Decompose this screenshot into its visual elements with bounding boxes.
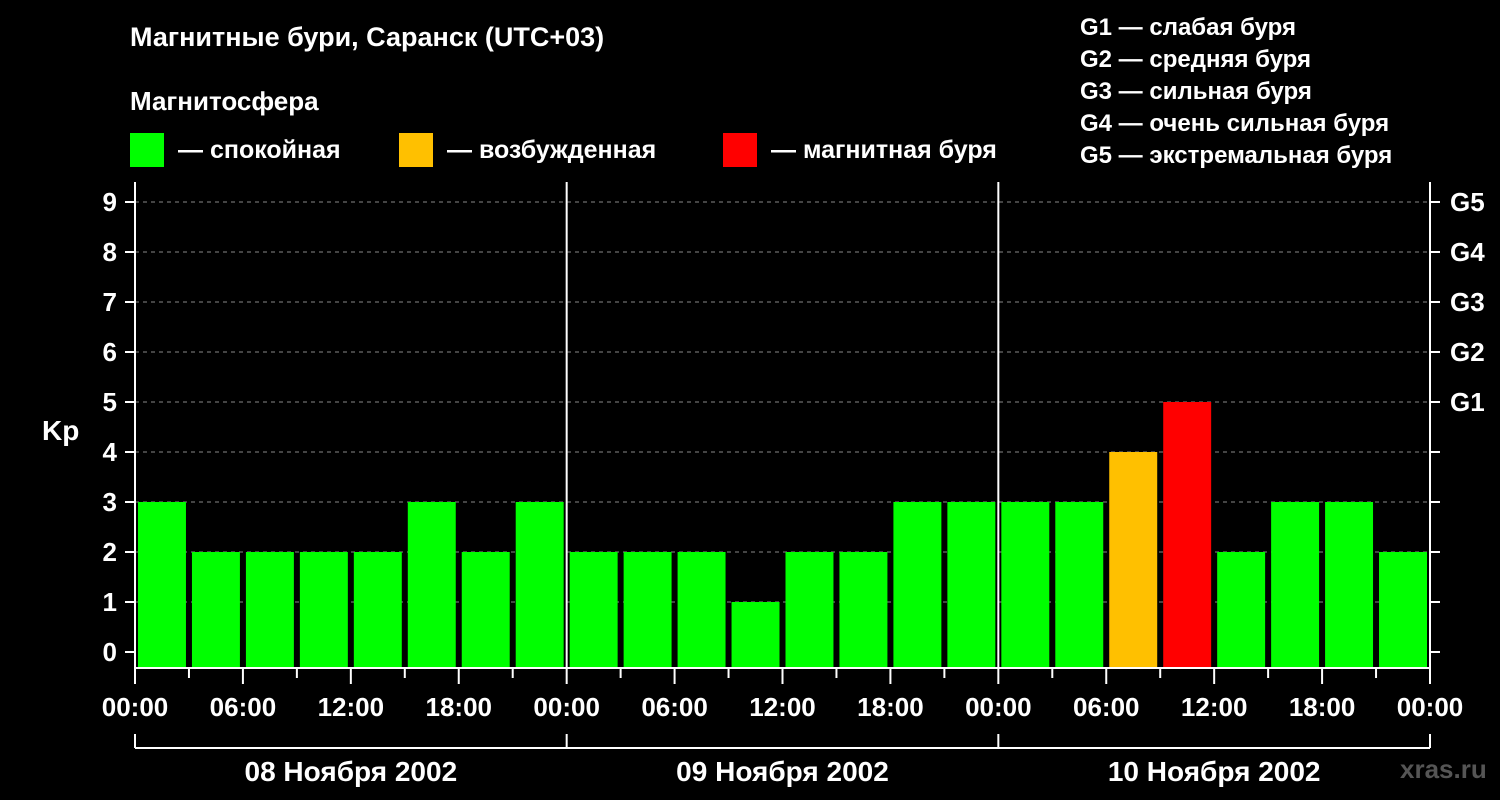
x-tick-label: 06:00 <box>641 692 708 722</box>
g-scale-label: G3 <box>1450 287 1485 317</box>
bar <box>1217 552 1266 668</box>
x-tick-label: 00:00 <box>965 692 1032 722</box>
bar <box>299 552 348 668</box>
kp-bar-chart: 0 1 2 3 4 5 6 7 8 9 G1 G2 G3 G4 G5 Kp 00:00 06:00 12:00 18:… <box>42 182 1485 787</box>
bar <box>1109 452 1158 668</box>
bar <box>1379 552 1427 668</box>
bar <box>785 552 834 668</box>
bar <box>947 502 996 668</box>
bar <box>353 552 402 668</box>
y-tick-label: 9 <box>103 187 117 217</box>
bar <box>677 552 726 668</box>
bar <box>461 552 510 668</box>
bar <box>839 552 888 668</box>
y-tick-label: 5 <box>103 387 117 417</box>
bar <box>138 502 186 668</box>
x-tick-label: 18:00 <box>1289 692 1356 722</box>
day-label: 08 Ноября 2002 <box>245 756 458 787</box>
x-tick-label: 00:00 <box>1397 692 1464 722</box>
y-tick-label: 2 <box>103 537 117 567</box>
x-tick-label: 12:00 <box>749 692 816 722</box>
x-tick-label: 06:00 <box>210 692 277 722</box>
g-scale-label: G5 <box>1450 187 1485 217</box>
g-scale-label: G2 <box>1450 337 1485 367</box>
bar <box>1055 502 1104 668</box>
bar <box>515 502 564 668</box>
x-tick-label: 00:00 <box>533 692 600 722</box>
y-tick-label: 3 <box>103 487 117 517</box>
y-tick-label: 7 <box>103 287 117 317</box>
bar <box>893 502 942 668</box>
y-tick-label: 6 <box>103 337 117 367</box>
bar <box>623 552 672 668</box>
y-tick-label: 8 <box>103 237 117 267</box>
bar <box>569 552 618 668</box>
y-tick-label: 0 <box>103 637 117 667</box>
bar <box>407 502 456 668</box>
g-scale-label: G4 <box>1450 237 1485 267</box>
y-axis-label: Kp <box>42 415 79 446</box>
watermark: xras.ru <box>1400 754 1487 784</box>
bar <box>1271 502 1320 668</box>
bar <box>1163 402 1212 668</box>
bar <box>731 602 780 668</box>
x-tick-label: 18:00 <box>857 692 924 722</box>
x-tick-label: 12:00 <box>1181 692 1248 722</box>
bar <box>1001 502 1050 668</box>
x-tick-label: 06:00 <box>1073 692 1140 722</box>
x-tick-label: 00:00 <box>102 692 169 722</box>
bar <box>191 552 240 668</box>
day-label: 09 Ноября 2002 <box>676 756 889 787</box>
day-label: 10 Ноября 2002 <box>1108 756 1321 787</box>
x-tick-label: 12:00 <box>318 692 385 722</box>
x-tick-label: 18:00 <box>426 692 493 722</box>
bar <box>245 552 294 668</box>
g-scale-label: G1 <box>1450 387 1485 417</box>
y-tick-label: 4 <box>103 437 118 467</box>
bar <box>1325 502 1374 668</box>
y-tick-label: 1 <box>103 587 117 617</box>
